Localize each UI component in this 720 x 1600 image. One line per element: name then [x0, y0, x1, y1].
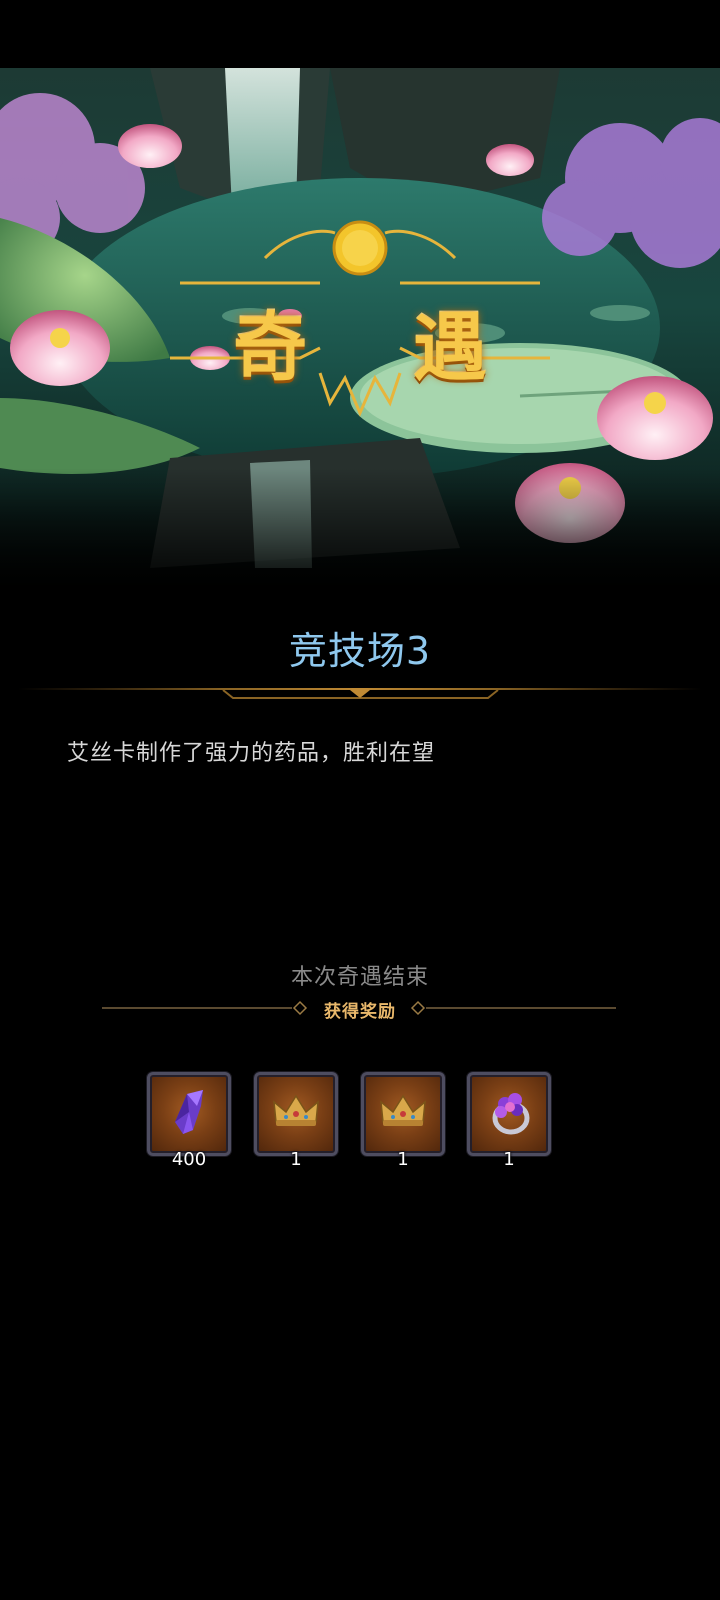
event-end-text: 本次奇遇结束: [290, 965, 429, 990]
reward-count: 1: [397, 1149, 409, 1170]
event-title: 竞技场3: [288, 629, 432, 673]
reward-item-ring[interactable]: 1: [467, 1072, 551, 1170]
reward-count: 1: [290, 1149, 302, 1170]
gold-crown-icon: [273, 1094, 319, 1126]
reward-count: 1: [503, 1149, 515, 1170]
event-banner-image: 奇 遇: [0, 68, 720, 598]
title-divider: [18, 688, 702, 699]
reward-label: 获得奖励: [324, 1002, 396, 1022]
reward-item-crown-1[interactable]: 1: [254, 1072, 338, 1170]
adventure-emblem: 奇 遇: [170, 153, 550, 423]
emblem-title: 奇 遇: [233, 305, 527, 391]
reward-item-crown-2[interactable]: 1: [361, 1072, 445, 1170]
reward-list: 400 1 1 1: [147, 1072, 577, 1172]
adventure-result-screen: 奇 遇 竞技场3 艾丝卡制作了强力的药品，胜利在望 本次奇遇结束 获得奖励 40…: [0, 0, 720, 1600]
event-description: 艾丝卡制作了强力的药品，胜利在望: [67, 741, 436, 766]
gold-crown-icon: [380, 1094, 426, 1126]
gem-ring-icon: [492, 1093, 530, 1135]
reward-item-crystal[interactable]: 400: [147, 1072, 231, 1170]
purple-crystal-icon: [175, 1090, 203, 1134]
reward-count: 400: [171, 1149, 207, 1170]
